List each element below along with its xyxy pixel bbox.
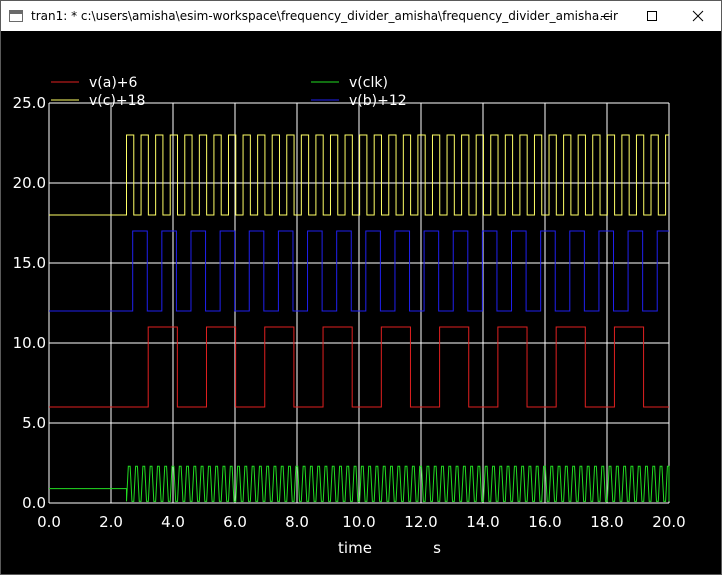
maximize-icon <box>647 11 657 21</box>
window-icon <box>9 10 23 22</box>
x-tick-label: 10.0 <box>342 513 375 531</box>
x-tick-label: 18.0 <box>590 513 623 531</box>
maximize-button[interactable] <box>629 1 675 31</box>
y-tick-label: 5.0 <box>22 414 46 432</box>
waveform-plot[interactable]: 0.0 2.0 4.0 6.0 8.0 10.0 12.0 14.0 16.0 18.0 20.0 … <box>1 31 721 574</box>
x-tick-label: 16.0 <box>528 513 561 531</box>
legend-label: v(b)+12 <box>349 93 407 109</box>
x-tick-label: 8.0 <box>285 513 309 531</box>
window-title: tran1: * c:\users\amisha\esim-workspace\… <box>31 9 618 23</box>
x-tick-label: 0.0 <box>37 513 61 531</box>
y-tick-label: 10.0 <box>13 334 46 352</box>
minimize-button[interactable] <box>583 1 629 31</box>
x-tick-label: 12.0 <box>404 513 437 531</box>
x-tick-label: 6.0 <box>223 513 247 531</box>
x-axis-label: time <box>338 539 372 557</box>
y-tick-label: 20.0 <box>13 174 46 192</box>
legend-label: v(clk) <box>349 75 388 91</box>
x-tick-label: 2.0 <box>99 513 123 531</box>
plot-background <box>1 31 721 574</box>
plot-window: tran1: * c:\users\amisha\esim-workspace\… <box>0 0 722 575</box>
legend-label: v(c)+18 <box>89 93 145 109</box>
x-tick-label: 4.0 <box>161 513 185 531</box>
x-axis-unit: s <box>433 539 441 557</box>
minimize-icon <box>601 16 611 17</box>
close-button[interactable] <box>675 1 721 31</box>
x-tick-label: 20.0 <box>652 513 685 531</box>
x-tick-label: 14.0 <box>466 513 499 531</box>
y-tick-label: 15.0 <box>13 254 46 272</box>
y-tick-label: 25.0 <box>13 94 46 112</box>
title-bar[interactable]: tran1: * c:\users\amisha\esim-workspace\… <box>1 1 721 31</box>
y-tick-label: 0.0 <box>22 494 46 512</box>
legend-label: v(a)+6 <box>89 75 138 91</box>
close-icon <box>692 10 704 22</box>
